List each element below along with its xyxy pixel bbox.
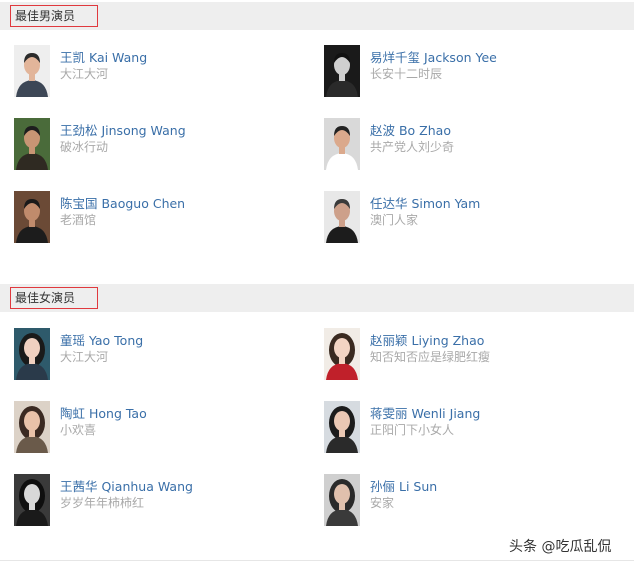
person-work: 大江大河 [60,350,109,364]
person-name-link[interactable]: 任达华 Simon Yam [370,193,480,212]
person-card[interactable]: 陶虹 Hong Tao 小欢喜 [14,401,314,455]
person-card[interactable]: 王凯 Kai Wang 大江大河 [14,45,314,99]
person-name-link[interactable]: 孙俪 Li Sun [370,476,437,495]
portrait-photo[interactable] [14,191,50,243]
person-card[interactable]: 陈宝国 Baoguo Chen 老酒馆 [14,191,314,245]
person-card[interactable]: 王茜华 Qianhua Wang 岁岁年年柿柿红 [14,474,314,528]
person-work: 小欢喜 [60,423,97,437]
person-card[interactable]: 王劲松 Jinsong Wang 破冰行动 [14,118,314,172]
person-card[interactable]: 童瑶 Yao Tong 大江大河 [14,328,314,382]
person-card[interactable]: 任达华 Simon Yam 澳门人家 [324,191,624,245]
portrait-photo[interactable] [324,328,360,380]
portrait-photo[interactable] [14,328,50,380]
portrait-photo[interactable] [14,401,50,453]
person-name-link[interactable]: 童瑶 Yao Tong [60,330,143,349]
divider [0,560,634,561]
person-name-link[interactable]: 王茜华 Qianhua Wang [60,476,193,495]
section-title: 最佳男演员 [10,5,99,27]
portrait-photo[interactable] [324,118,360,170]
person-work: 老酒馆 [60,213,97,227]
person-name-link[interactable]: 赵波 Bo Zhao [370,120,451,139]
section-header: 最佳女演员 [0,284,634,312]
portrait-photo[interactable] [324,474,360,526]
person-card[interactable]: 易烊千玺 Jackson Yee 长安十二时辰 [324,45,624,99]
watermark: 头条 @吃瓜乱侃 [509,539,612,555]
portrait-photo[interactable] [324,401,360,453]
person-name-link[interactable]: 王凯 Kai Wang [60,47,147,66]
person-work: 破冰行动 [60,140,109,154]
person-card[interactable]: 赵波 Bo Zhao 共产党人刘少奇 [324,118,624,172]
person-work: 澳门人家 [370,213,419,227]
person-card[interactable]: 孙俪 Li Sun 安家 [324,474,624,528]
person-name-link[interactable]: 陶虹 Hong Tao [60,403,147,422]
portrait-photo[interactable] [14,118,50,170]
person-work: 知否知否应是绿肥红瘦 [370,350,491,364]
person-name-link[interactable]: 赵丽颖 Liying Zhao [370,330,484,349]
portrait-photo[interactable] [14,45,50,97]
person-name-link[interactable]: 蒋雯丽 Wenli Jiang [370,403,480,422]
portrait-photo[interactable] [324,45,360,97]
person-name-link[interactable]: 易烊千玺 Jackson Yee [370,47,497,66]
person-card[interactable]: 赵丽颖 Liying Zhao 知否知否应是绿肥红瘦 [324,328,624,382]
person-card[interactable]: 蒋雯丽 Wenli Jiang 正阳门下小女人 [324,401,624,455]
person-name-link[interactable]: 王劲松 Jinsong Wang [60,120,186,139]
section-title: 最佳女演员 [10,287,99,309]
person-work: 大江大河 [60,67,109,81]
person-work: 共产党人刘少奇 [370,140,455,154]
person-work: 长安十二时辰 [370,67,443,81]
section-header: 最佳男演员 [0,2,634,30]
portrait-photo[interactable] [14,474,50,526]
person-work: 正阳门下小女人 [370,423,455,437]
portrait-photo[interactable] [324,191,360,243]
person-work: 安家 [370,496,395,510]
person-work: 岁岁年年柿柿红 [60,496,145,510]
person-name-link[interactable]: 陈宝国 Baoguo Chen [60,193,185,212]
